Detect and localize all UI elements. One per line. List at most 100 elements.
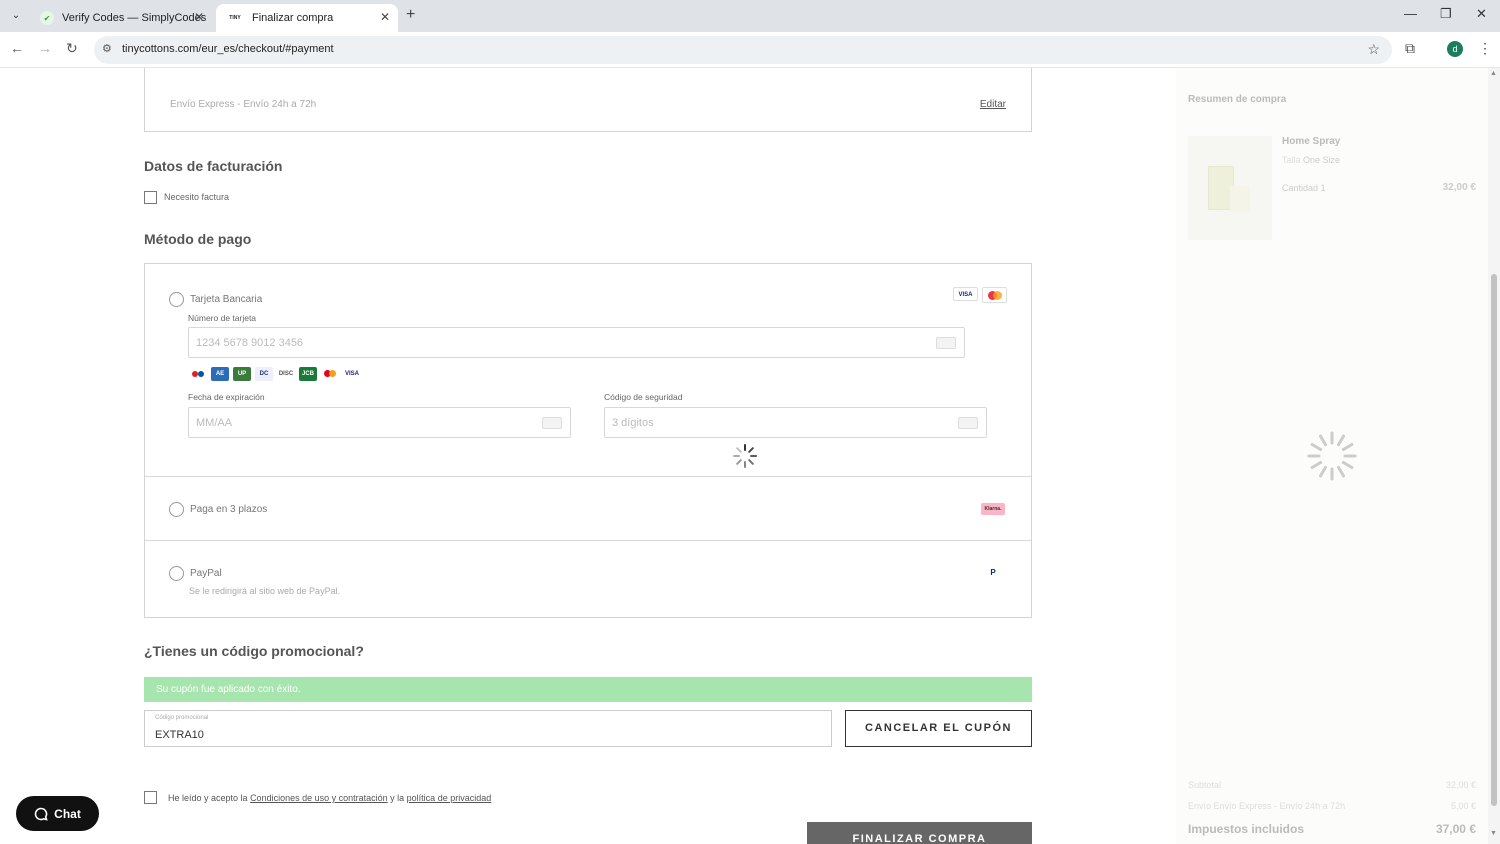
need-invoice-label: Necesito factura [164, 192, 230, 202]
size-value: One Size [1303, 155, 1341, 165]
cvc-input[interactable]: 3 dígitos [604, 407, 987, 438]
klarna-radio[interactable] [169, 502, 184, 517]
card-option-label: Tarjeta Bancaria [190, 294, 263, 305]
close-tab-icon[interactable]: ✕ [194, 10, 204, 24]
summary-loading-spinner-icon [1307, 431, 1357, 481]
shipping-method-text: Envío Express - Envío 24h a 72h [170, 99, 317, 110]
subtotal-row: Subtotal 32,00 € [1188, 780, 1476, 790]
size-label: Talla [1282, 155, 1301, 165]
qty-label: Cantidad [1282, 183, 1319, 193]
qty-value: 1 [1320, 183, 1326, 193]
site-settings-icon[interactable]: ⚙ [102, 42, 112, 55]
payment-methods-box: Tarjeta Bancaria VISA Número de tarjeta … [144, 263, 1032, 618]
total-value: 37,00 € [1435, 822, 1476, 836]
card-number-label: Número de tarjeta [188, 313, 257, 323]
cancel-coupon-button[interactable]: CANCELAR EL CUPÓN [845, 710, 1032, 747]
tab-simplycodes[interactable]: ✔ Verify Codes — SimplyCodes ✕ [30, 4, 212, 32]
profile-avatar[interactable]: d [1447, 41, 1463, 57]
minimize-icon[interactable]: — [1404, 6, 1417, 21]
promo-code-label: Código promocional [155, 715, 209, 721]
conditions-link[interactable]: Condiciones de uso y contratación [250, 793, 388, 803]
loading-spinner-icon [733, 444, 757, 468]
billing-title: Datos de facturación [144, 158, 283, 174]
tab-search-chevron-icon[interactable]: ⌄ [6, 6, 26, 26]
mastercard-logo-icon [982, 287, 1007, 303]
visa-logo-icon: VISA [953, 287, 978, 301]
paypal-logo-icon: P [990, 568, 996, 577]
discover-logo-icon: DISC [277, 367, 295, 381]
chat-label: Chat [54, 806, 81, 821]
promo-code-input[interactable]: Código promocional EXTRA10 [144, 710, 832, 747]
menu-kebab-icon[interactable]: ⋮ [1478, 40, 1492, 57]
diners-logo-icon: DC [255, 367, 273, 381]
chat-button[interactable]: Chat [16, 796, 99, 831]
forward-arrow-icon[interactable]: → [38, 40, 52, 56]
paypal-redirect-note: Se le redirigirá al sitio web de PayPal. [189, 586, 341, 596]
product-name: Home Spray [1282, 136, 1341, 147]
privacy-link[interactable]: política de privacidad [407, 793, 492, 803]
tab-title: Verify Codes — SimplyCodes [62, 12, 207, 24]
taxes-included-label: Impuestos incluidos [1188, 822, 1305, 836]
address-bar[interactable]: ⚙ tinycottons.com/eur_es/checkout/#payme… [94, 36, 1392, 64]
mastercard-small-logo-icon [321, 367, 339, 381]
paypal-radio[interactable] [169, 566, 184, 581]
summary-title: Resumen de compra [1188, 94, 1287, 105]
product-price: 32,00 € [1442, 182, 1476, 193]
page-scrollbar[interactable]: ▲ ▼ [1488, 68, 1500, 844]
card-expiry-icon [542, 417, 562, 429]
cvc-placeholder: 3 dígitos [612, 417, 654, 429]
promo-title: ¿Tienes un código promocional? [144, 643, 364, 659]
coupon-success-message: Su cupón fue aplicado con éxito. [144, 677, 1032, 702]
expiry-input[interactable]: MM/AA [188, 407, 571, 438]
url-text[interactable]: tinycottons.com/eur_es/checkout/#payment [122, 43, 334, 55]
tab-checkout[interactable]: TINY Finalizar compra ✕ [216, 4, 398, 32]
product-image [1188, 136, 1272, 240]
subtotal-value: 32,00 € [1445, 780, 1476, 790]
terms-middle: y la [387, 793, 407, 803]
extensions-puzzle-icon[interactable]: ⧉ [1405, 40, 1415, 57]
klarna-logo-icon: Klarna. [981, 503, 1005, 515]
browser-toolbar: ← → ↻ ⚙ tinycottons.com/eur_es/checkout/… [0, 32, 1500, 68]
order-summary: Resumen de compra Home Spray Talla One S… [1176, 68, 1488, 844]
card-radio[interactable] [169, 292, 184, 307]
maestro-logo-icon [189, 367, 207, 381]
shipping-cost-row: Envío Envío Express - Envío 24h a 72h 5,… [1188, 801, 1476, 811]
finish-purchase-button[interactable]: FINALIZAR COMPRA [807, 822, 1032, 844]
klarna-option-label: Paga en 3 plazos [190, 504, 268, 515]
scroll-up-arrow-icon[interactable]: ▲ [1490, 70, 1497, 77]
visa-small-logo-icon: VISA [343, 367, 361, 381]
product-size: Talla One Size [1282, 155, 1340, 165]
restore-icon[interactable]: ❐ [1440, 6, 1452, 22]
card-cvc-icon [958, 417, 978, 429]
shipping-cost-label: Envío Envío Express - Envío 24h a 72h [1188, 801, 1346, 811]
scroll-down-arrow-icon[interactable]: ▼ [1490, 830, 1497, 837]
card-generic-icon [936, 337, 956, 349]
expiry-label: Fecha de expiración [188, 392, 265, 402]
accept-terms-checkbox[interactable] [144, 791, 157, 804]
product-quantity: Cantidad 1 [1282, 183, 1326, 193]
reload-icon[interactable]: ↻ [66, 40, 78, 57]
close-window-icon[interactable]: ✕ [1476, 6, 1487, 22]
bookmark-star-icon[interactable]: ☆ [1367, 41, 1380, 58]
tinycottons-logo-icon: TINY [229, 15, 241, 21]
cvc-label: Código de seguridad [604, 392, 683, 402]
card-number-input[interactable]: 1234 5678 9012 3456 [188, 327, 965, 358]
subtotal-label: Subtotal [1188, 780, 1222, 790]
promo-code-value: EXTRA10 [155, 729, 204, 741]
payment-title: Método de pago [144, 231, 252, 247]
paypal-option-label: PayPal [190, 568, 222, 579]
chat-bubble-icon [34, 807, 48, 821]
divider [145, 476, 1031, 477]
new-tab-plus-icon[interactable]: + [406, 6, 415, 24]
simplycodes-shield-icon: ✔ [40, 11, 54, 25]
shipping-cost-value: 5,00 € [1450, 801, 1476, 811]
browser-tab-bar: ⌄ ✔ Verify Codes — SimplyCodes ✕ TINY Fi… [0, 0, 1500, 32]
scrollbar-thumb[interactable] [1491, 274, 1497, 806]
close-tab-icon[interactable]: ✕ [380, 10, 390, 24]
edit-shipping-link[interactable]: Editar [980, 99, 1006, 110]
total-row: Impuestos incluidos 37,00 € [1188, 822, 1476, 836]
back-arrow-icon[interactable]: ← [10, 40, 24, 56]
terms-text: He leído y acepto la Condiciones de uso … [168, 793, 491, 803]
card-number-placeholder: 1234 5678 9012 3456 [196, 337, 304, 349]
need-invoice-checkbox[interactable] [144, 191, 157, 204]
